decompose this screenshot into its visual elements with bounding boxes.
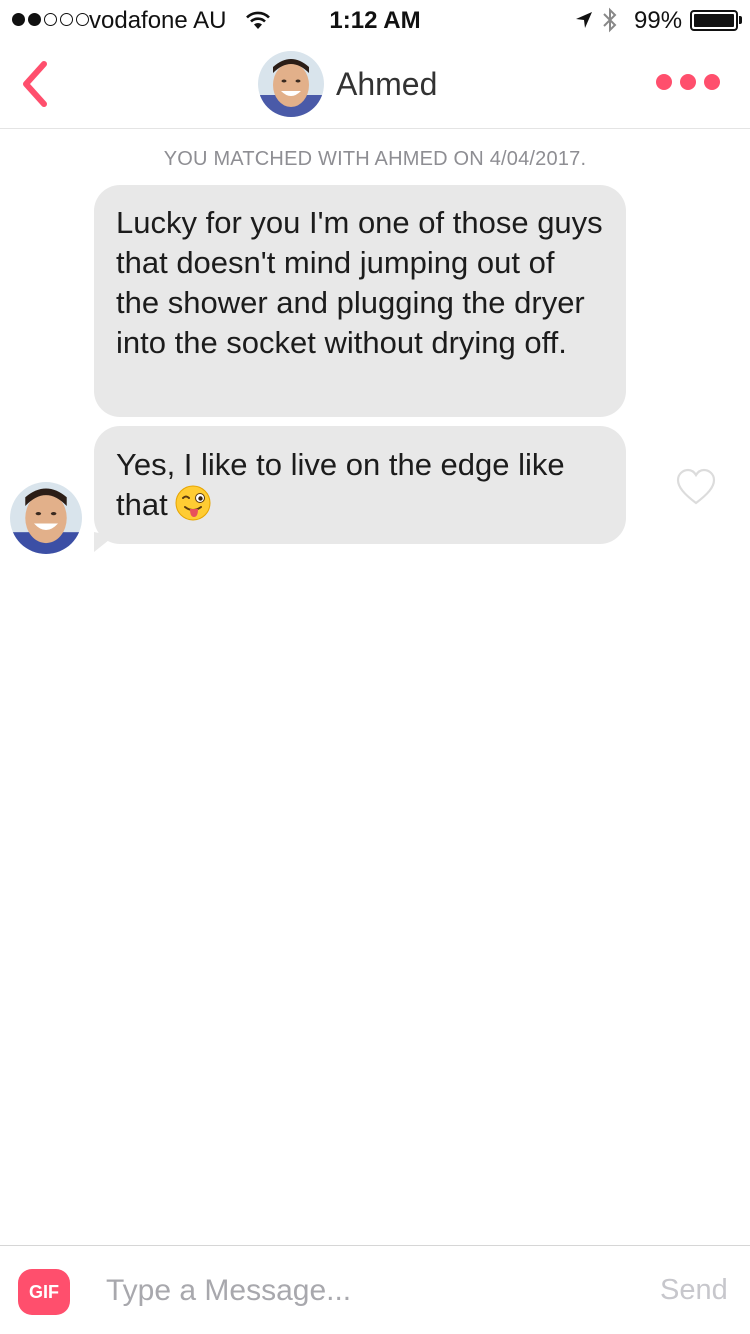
battery-icon: [690, 10, 738, 31]
more-options-button[interactable]: [656, 67, 722, 97]
more-dot-icon: [680, 74, 696, 90]
status-bar: vodafone AU 1:12 AM 99%: [0, 0, 750, 40]
message-text: Lucky for you I'm one of those guys that…: [116, 205, 603, 360]
location-arrow-icon: [576, 12, 592, 28]
profile-photo-icon: [258, 51, 324, 117]
send-button[interactable]: Send: [660, 1274, 728, 1307]
back-chevron-icon[interactable]: [14, 56, 58, 112]
wifi-icon: [246, 11, 270, 29]
battery-percent: 99%: [634, 7, 683, 34]
chat-header: Ahmed: [0, 40, 750, 129]
bluetooth-icon: [603, 7, 617, 33]
more-dot-icon: [704, 74, 720, 90]
message-bubble[interactable]: Yes, I like to live on the edge like tha…: [94, 426, 626, 544]
header-avatar[interactable]: [258, 51, 324, 117]
carrier-name: vodafone AU: [89, 7, 227, 34]
message-bubble[interactable]: Lucky for you I'm one of those guys that…: [94, 185, 626, 417]
gif-button[interactable]: GIF: [18, 1269, 70, 1315]
sender-avatar[interactable]: [10, 482, 82, 554]
bubble-tail: [94, 532, 114, 552]
profile-photo-icon: [10, 482, 82, 554]
message-composer: GIF Send: [0, 1245, 750, 1334]
signal-strength-icon: [12, 13, 89, 26]
contact-name[interactable]: Ahmed: [336, 66, 437, 103]
like-heart-icon[interactable]: [676, 468, 716, 506]
match-date-note: YOU MATCHED WITH AHMED ON 4/04/2017.: [163, 148, 587, 170]
message-input[interactable]: [106, 1266, 626, 1316]
more-dot-icon: [656, 74, 672, 90]
winking-tongue-emoji-icon: [175, 485, 211, 521]
